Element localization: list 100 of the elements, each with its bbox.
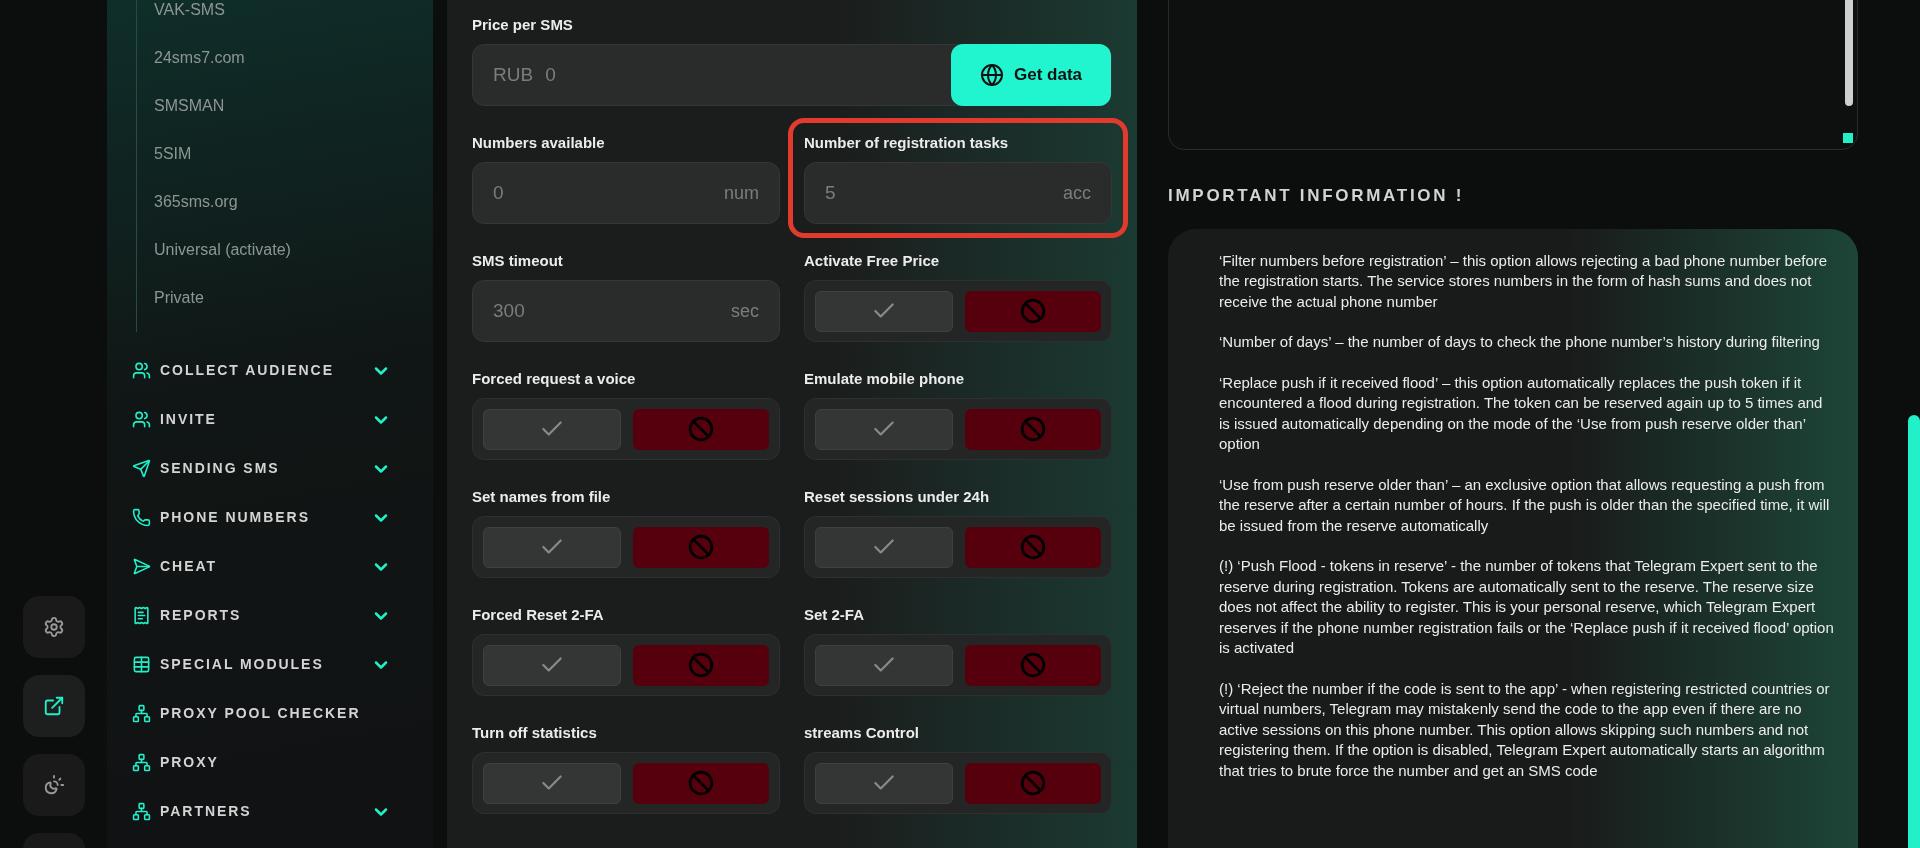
enable-button[interactable] xyxy=(815,526,953,568)
prohibited-icon xyxy=(1020,298,1046,324)
field-label: Price per SMS xyxy=(472,15,574,34)
disable-button[interactable] xyxy=(965,408,1101,450)
receipt-icon xyxy=(132,606,151,625)
text-area-field[interactable] xyxy=(1168,0,1858,150)
network-icon xyxy=(132,753,151,772)
disable-button[interactable] xyxy=(965,290,1101,332)
menu-item-label: INVITE xyxy=(160,410,218,429)
prohibited-icon xyxy=(688,770,714,796)
prohibited-icon xyxy=(688,534,714,560)
sidebar-menu-item[interactable]: PARTNERS xyxy=(107,787,433,836)
sidebar-toggle-button[interactable] xyxy=(22,675,85,737)
disable-button[interactable] xyxy=(633,762,769,804)
people-list-icon xyxy=(132,361,151,380)
section-heading: IMPORTANT INFORMATION ! xyxy=(1168,185,1466,207)
enable-button[interactable] xyxy=(815,762,953,804)
unit-label: sec xyxy=(731,299,759,323)
menu-item-label: PROXY xyxy=(160,753,220,772)
enable-button[interactable] xyxy=(483,408,621,450)
sun-moon-icon xyxy=(42,774,65,796)
enable-button[interactable] xyxy=(483,644,621,686)
get-data-button[interactable]: Get data xyxy=(951,44,1111,106)
menu-item-label: SENDING SMS xyxy=(160,459,281,478)
submenu-item[interactable]: 5SIM xyxy=(154,130,433,178)
enable-button[interactable] xyxy=(815,644,953,686)
sidebar-menu-item[interactable]: PROXY xyxy=(107,738,433,787)
field-label: Number of registration tasks xyxy=(804,133,1010,152)
paper-plane-icon xyxy=(132,459,151,478)
menu-item-label: CHEAT xyxy=(160,557,218,576)
info-paragraph: ‘Replace push if it received flood’ – this option automatically replaces the push token if it encountered a flood during registration. The token can be reserved again up to 5 times and is issued automatically depending on the mode of the ‘Use from push reserve older than’ option xyxy=(1219,372,1824,454)
disable-button[interactable] xyxy=(965,762,1101,804)
field-label: streams Control xyxy=(804,723,921,742)
field-label: Activate Free Price xyxy=(804,251,941,270)
info-paragraph: (!) ‘Reject the number if the code is sent to the app’ - when registering restricted countries or virtual numbers, Telegram may mistakenly send the code to the app even if there are no active sessions on this phone number. This option allows skipping such numbers and not registering them. If the option is disabled, Telegram Expert automatically starts an algorithm that tries to brute force the number and get an SMS code xyxy=(1219,678,1831,781)
info-paragraph: ‘Use from push reserve older than’ – an exclusive option that allows requesting a push from the reserve after a certain number of hours. If the push is older than the specified time, it will be issued from the reserve automatically xyxy=(1219,474,1831,536)
submenu-item[interactable]: Private xyxy=(154,274,433,322)
field-label: SMS timeout xyxy=(472,251,564,270)
menu-item-label: PROXY POOL CHECKER xyxy=(160,704,362,723)
field-label: Set names from file xyxy=(472,487,612,506)
sidebar-menu-item[interactable]: SENDING SMS xyxy=(107,444,433,493)
unit-label: num xyxy=(724,181,759,205)
enable-button[interactable] xyxy=(483,762,621,804)
sidebar-menu-item[interactable]: PHONE NUMBERS xyxy=(107,493,433,542)
menu-item-label: COLLECT AUDIENCE xyxy=(160,361,335,380)
settings-icon xyxy=(42,616,65,638)
prohibited-icon xyxy=(1020,534,1046,560)
sidebar-menu-item[interactable]: INVITE xyxy=(107,395,433,444)
prohibited-icon xyxy=(1020,416,1046,442)
phone-icon xyxy=(132,508,151,527)
info-paragraph: ‘Number of days’ – the number of days to check the phone number’s history during filtering xyxy=(1219,332,1821,352)
field-label: Reset sessions under 24h xyxy=(804,487,991,506)
submenu-item[interactable]: VAK-SMS xyxy=(154,0,433,34)
price-input-field[interactable]: RUB 0 Get data xyxy=(472,44,1112,106)
sidebar-toggle-button[interactable] xyxy=(22,754,85,816)
field-label: Forced request a voice xyxy=(472,369,637,388)
info-paragraph: (!) ‘Push Flood - tokens in reserve’ - the number of tokens that Telegram Expert sent to the reserve during registration. Tokens are automatically sent to the reserve. The reserve size does not affect the ability to register. This is your personal reserve, which Telegram Expert reserves if the phone number registration fails or the ‘Replace push if it received flood’ option is activated xyxy=(1219,556,1834,658)
table-icon xyxy=(132,655,151,674)
currency-label: RUB xyxy=(493,62,534,87)
submenu-item[interactable]: Universal (activate) xyxy=(154,226,433,274)
enable-button[interactable] xyxy=(815,290,953,332)
submenu-item[interactable]: SMSMAN xyxy=(154,82,433,130)
external-link-icon xyxy=(42,695,65,717)
input-value: 0 xyxy=(545,62,557,87)
field-label: Emulate mobile phone xyxy=(804,369,966,388)
disable-button[interactable] xyxy=(633,644,769,686)
sidebar-menu-item[interactable]: REPORTS xyxy=(107,591,433,640)
field-label: Numbers available xyxy=(472,133,606,152)
enable-button[interactable] xyxy=(483,526,621,568)
unit-label: acc xyxy=(1063,181,1091,205)
submenu-item[interactable]: 365sms.org xyxy=(154,178,433,226)
prohibited-icon xyxy=(1020,770,1046,796)
sidebar-menu-item[interactable]: CHEAT xyxy=(107,542,433,591)
disable-button[interactable] xyxy=(633,408,769,450)
info-paragraph: ‘Filter numbers before registration’ – this option allows rejecting a bad phone number before the registration starts. The service stores numbers in the form of hash sums and does not receive the actual phone number xyxy=(1219,250,1829,312)
prohibited-icon xyxy=(688,652,714,678)
field-label: Turn off statistics xyxy=(472,723,598,742)
menu-item-label: PARTNERS xyxy=(160,802,253,821)
enable-button[interactable] xyxy=(815,408,953,450)
disable-button[interactable] xyxy=(965,644,1101,686)
people-list-icon xyxy=(132,410,151,429)
prohibited-icon xyxy=(1020,652,1046,678)
disable-button[interactable] xyxy=(633,526,769,568)
menu-item-label: PHONE NUMBERS xyxy=(160,508,311,527)
field-label: Set 2-FA xyxy=(804,605,865,624)
submenu-item[interactable]: 24sms7.com xyxy=(154,34,433,82)
input-value: 5 xyxy=(825,180,836,205)
input-value: 0 xyxy=(493,180,504,205)
disable-button[interactable] xyxy=(965,526,1101,568)
field-label: Forced Reset 2-FA xyxy=(472,605,605,624)
sidebar-menu-item[interactable]: PROXY POOL CHECKER xyxy=(107,689,433,738)
network-icon xyxy=(132,802,151,821)
globe-icon xyxy=(980,63,1004,87)
sidebar-menu-item[interactable]: SPECIAL MODULES xyxy=(107,640,433,689)
resize-handle-icon xyxy=(1843,133,1853,143)
sidebar-menu-item[interactable]: COLLECT AUDIENCE xyxy=(107,346,433,395)
sidebar-toggle-button[interactable] xyxy=(22,596,85,658)
input-value: 300 xyxy=(493,298,525,323)
menu-item-label: SPECIAL MODULES xyxy=(160,655,325,674)
prohibited-icon xyxy=(688,416,714,442)
